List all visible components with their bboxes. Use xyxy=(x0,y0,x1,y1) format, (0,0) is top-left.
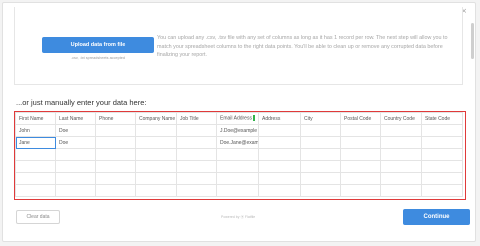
continue-button[interactable]: Continue xyxy=(403,209,470,225)
grid-cell[interactable] xyxy=(300,160,341,173)
table-row xyxy=(15,148,463,161)
column-header[interactable]: Country Code xyxy=(380,112,422,125)
grid-cell[interactable] xyxy=(176,136,217,149)
table-row xyxy=(15,184,463,197)
grid-cell[interactable] xyxy=(95,160,136,173)
column-header[interactable]: First Name xyxy=(15,112,56,125)
grid-cell[interactable] xyxy=(135,160,177,173)
column-header[interactable]: Postal Code xyxy=(340,112,381,125)
grid-cell[interactable] xyxy=(55,148,96,161)
grid-cell[interactable] xyxy=(95,124,136,137)
powered-by-label: Powered by ⦿ Flatfile xyxy=(221,215,256,219)
upload-panel: Upload data from file .csv, .txt spreads… xyxy=(14,7,463,85)
clear-data-button[interactable]: Clear data xyxy=(16,210,60,224)
grid-cell[interactable] xyxy=(340,184,381,197)
column-header[interactable]: City xyxy=(300,112,341,125)
grid-cell[interactable] xyxy=(421,148,463,161)
column-header[interactable]: Job Title xyxy=(176,112,217,125)
grid-cell[interactable] xyxy=(300,124,341,137)
spreadsheet-table: First Name Last Name Phone Company Name Job … xyxy=(15,112,463,197)
grid-cell[interactable]: Jane xyxy=(15,136,56,149)
grid-cell[interactable] xyxy=(380,124,422,137)
grid-cell[interactable] xyxy=(421,136,463,149)
grid-cell[interactable] xyxy=(135,172,177,185)
grid-cell[interactable] xyxy=(340,160,381,173)
column-header[interactable]: Address xyxy=(258,112,301,125)
grid-cell[interactable] xyxy=(216,148,259,161)
grid-cell[interactable] xyxy=(95,148,136,161)
grid-cell[interactable] xyxy=(216,172,259,185)
grid-cell[interactable]: Doe.Jane@exam xyxy=(216,136,259,149)
manual-entry-heading: ...or just manually enter your data here… xyxy=(16,98,147,107)
grid-cell[interactable] xyxy=(135,148,177,161)
header-row: First Name Last Name Phone Company Name Job … xyxy=(15,112,463,125)
accepted-formats-note: .csv, .txt spreadsheets accepted xyxy=(71,56,125,60)
grid-cell[interactable]: Doe xyxy=(55,136,96,149)
grid-cell[interactable] xyxy=(15,172,56,185)
grid-cell[interactable]: J.Doe@example xyxy=(216,124,259,137)
grid-cell[interactable] xyxy=(135,184,177,197)
scrollbar[interactable] xyxy=(471,23,474,59)
grid-cell[interactable] xyxy=(421,124,463,137)
upload-description: You can upload any .csv, .tsv file with … xyxy=(157,35,448,58)
grid-cell[interactable] xyxy=(216,184,259,197)
grid-cell[interactable] xyxy=(300,136,341,149)
table-row xyxy=(15,172,463,185)
grid-cell[interactable] xyxy=(380,184,422,197)
column-header[interactable]: Last Name xyxy=(55,112,96,125)
import-modal: × Upload data from file .csv, .txt sprea… xyxy=(2,2,476,242)
required-flag-icon xyxy=(252,115,255,122)
column-header[interactable]: State Code xyxy=(421,112,463,125)
grid-cell[interactable] xyxy=(95,184,136,197)
grid-cell[interactable] xyxy=(176,172,217,185)
table-row: John Doe J.Doe@example xyxy=(15,124,463,137)
column-header[interactable]: Email Address xyxy=(216,112,259,125)
grid-cell[interactable] xyxy=(421,184,463,197)
grid-cell[interactable] xyxy=(380,172,422,185)
grid-cell[interactable] xyxy=(300,172,341,185)
grid-cell[interactable] xyxy=(340,148,381,161)
grid-cell[interactable] xyxy=(135,124,177,137)
grid-cell[interactable]: John xyxy=(15,124,56,137)
data-entry-grid: First Name Last Name Phone Company Name Job … xyxy=(14,111,466,200)
grid-cell[interactable] xyxy=(258,124,301,137)
upload-file-button[interactable]: Upload data from file xyxy=(42,37,154,53)
grid-cell[interactable] xyxy=(258,184,301,197)
column-header[interactable]: Phone xyxy=(95,112,136,125)
grid-cell[interactable] xyxy=(258,160,301,173)
grid-cell[interactable] xyxy=(258,172,301,185)
column-header[interactable]: Company Name xyxy=(135,112,177,125)
grid-cell[interactable] xyxy=(95,172,136,185)
table-row xyxy=(15,160,463,173)
grid-cell[interactable] xyxy=(340,172,381,185)
grid-cell[interactable] xyxy=(380,148,422,161)
grid-cell[interactable] xyxy=(95,136,136,149)
grid-cell[interactable] xyxy=(176,160,217,173)
grid-cell[interactable]: Doe xyxy=(55,124,96,137)
grid-cell[interactable] xyxy=(421,172,463,185)
grid-cell[interactable] xyxy=(176,124,217,137)
grid-cell[interactable] xyxy=(380,160,422,173)
grid-cell[interactable] xyxy=(340,136,381,149)
grid-cell[interactable] xyxy=(15,148,56,161)
grid-cell[interactable] xyxy=(55,160,96,173)
grid-cell[interactable] xyxy=(340,124,381,137)
grid-cell[interactable] xyxy=(176,148,217,161)
grid-cell[interactable] xyxy=(15,184,56,197)
grid-cell[interactable] xyxy=(216,160,259,173)
grid-cell[interactable] xyxy=(55,184,96,197)
grid-cell[interactable] xyxy=(258,136,301,149)
grid-cell[interactable] xyxy=(258,148,301,161)
grid-cell[interactable] xyxy=(300,148,341,161)
grid-cell[interactable] xyxy=(15,160,56,173)
grid-cell[interactable] xyxy=(176,184,217,197)
table-row: Jane Doe Doe.Jane@exam xyxy=(15,136,463,149)
grid-cell[interactable] xyxy=(135,136,177,149)
grid-cell[interactable] xyxy=(55,172,96,185)
grid-cell[interactable] xyxy=(380,136,422,149)
grid-cell[interactable] xyxy=(421,160,463,173)
grid-cell[interactable] xyxy=(300,184,341,197)
